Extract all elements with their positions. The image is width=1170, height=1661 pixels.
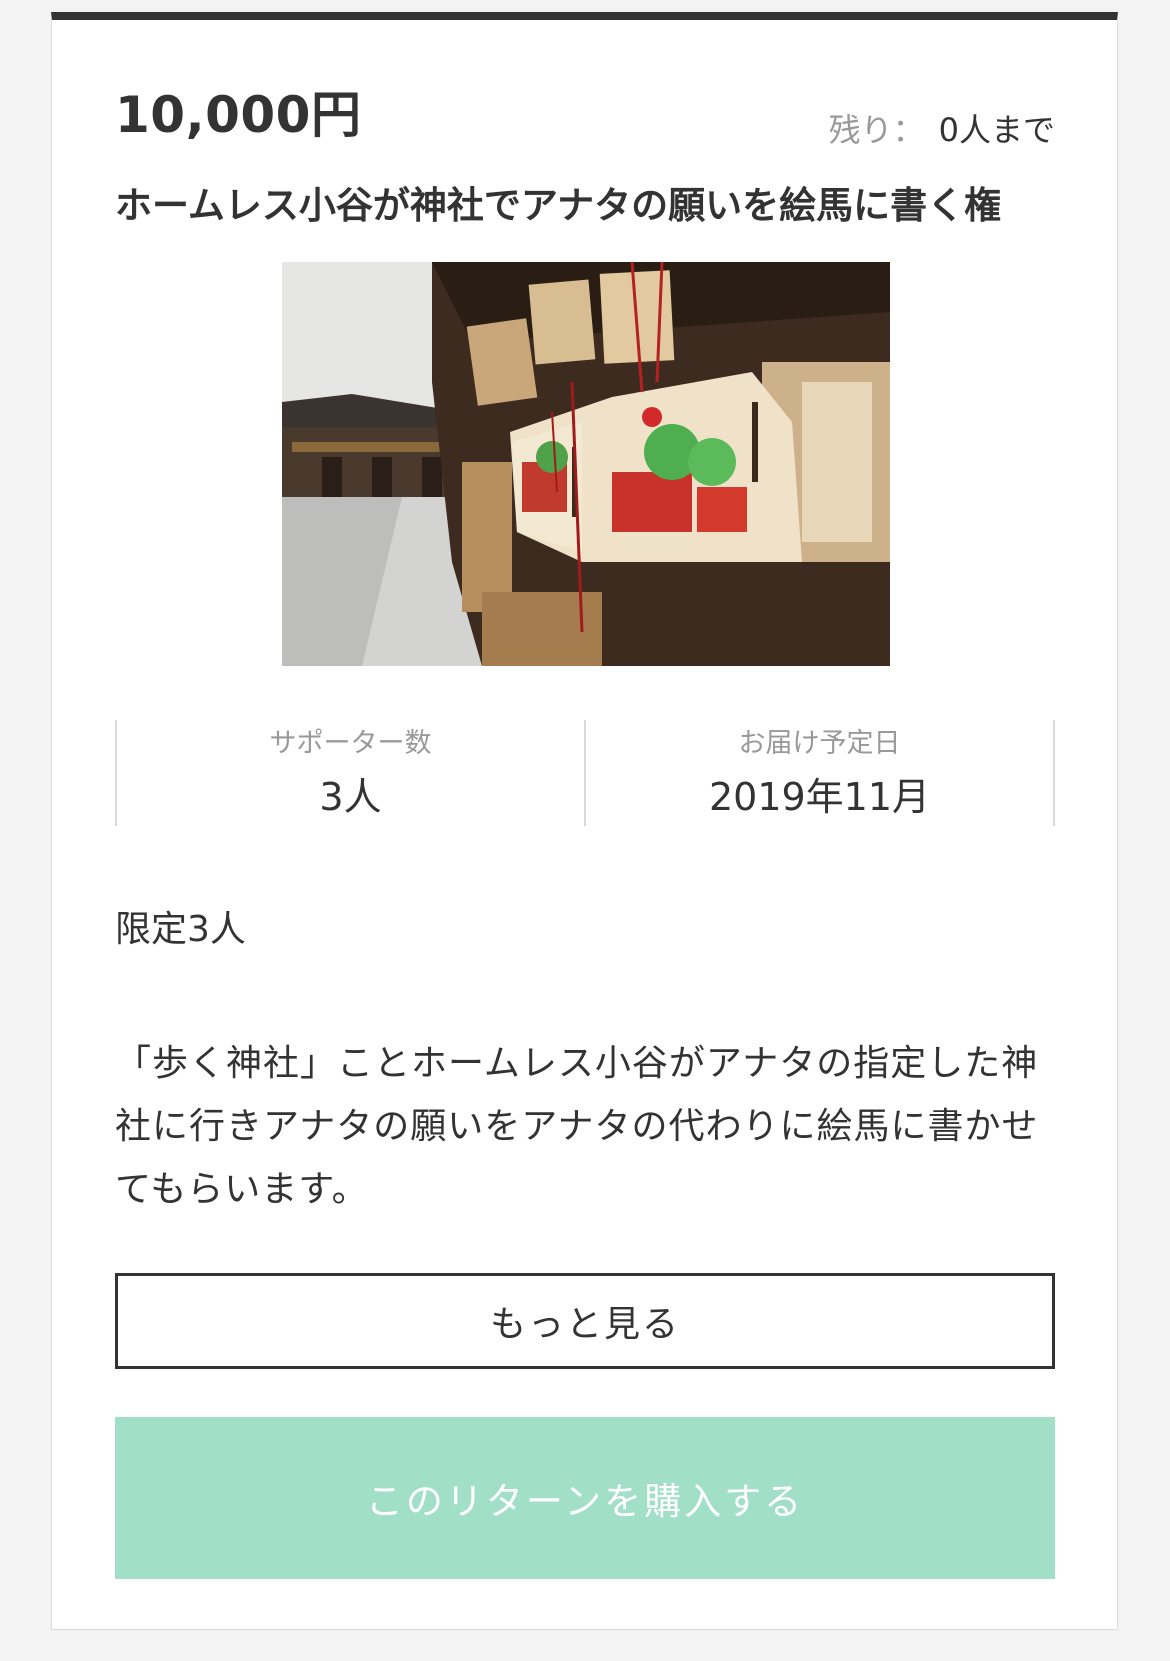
stat-delivery: お届け予定日 2019年11月 bbox=[584, 720, 1055, 826]
reward-price: 10,000円 bbox=[115, 86, 362, 144]
reward-title: ホームレス小谷が神社でアナタの願いを絵馬に書く権 bbox=[115, 184, 1002, 227]
more-button[interactable]: もっと見る bbox=[115, 1273, 1055, 1369]
buy-reward-button[interactable]: このリターンを購入する bbox=[115, 1417, 1055, 1579]
reward-stats: サポーター数 3人 お届け予定日 2019年11月 bbox=[115, 720, 1055, 826]
reward-description: 「歩く神社」ことホームレス小谷がアナタの指定した神社に行きアナタの願いをアナタの… bbox=[115, 1043, 1039, 1210]
remaining-label: 残り： bbox=[828, 111, 925, 149]
stat-delivery-value: 2019年11月 bbox=[708, 775, 931, 819]
reward-photo bbox=[282, 262, 890, 666]
stat-supporters-value: 3人 bbox=[319, 775, 382, 819]
stat-delivery-label: お届け予定日 bbox=[738, 728, 901, 759]
stat-supporters-label: サポーター数 bbox=[269, 728, 432, 759]
remaining-count: 残り： 0人まで bbox=[829, 114, 1055, 146]
reward-card: 10,000円 残り： 0人まで ホームレス小谷が神社でアナタの願いを絵馬に書く権 bbox=[51, 12, 1118, 1630]
remaining-value: 0人まで bbox=[938, 111, 1055, 149]
stat-supporters: サポーター数 3人 bbox=[115, 720, 584, 826]
limit-text: 限定3人 bbox=[115, 909, 246, 950]
